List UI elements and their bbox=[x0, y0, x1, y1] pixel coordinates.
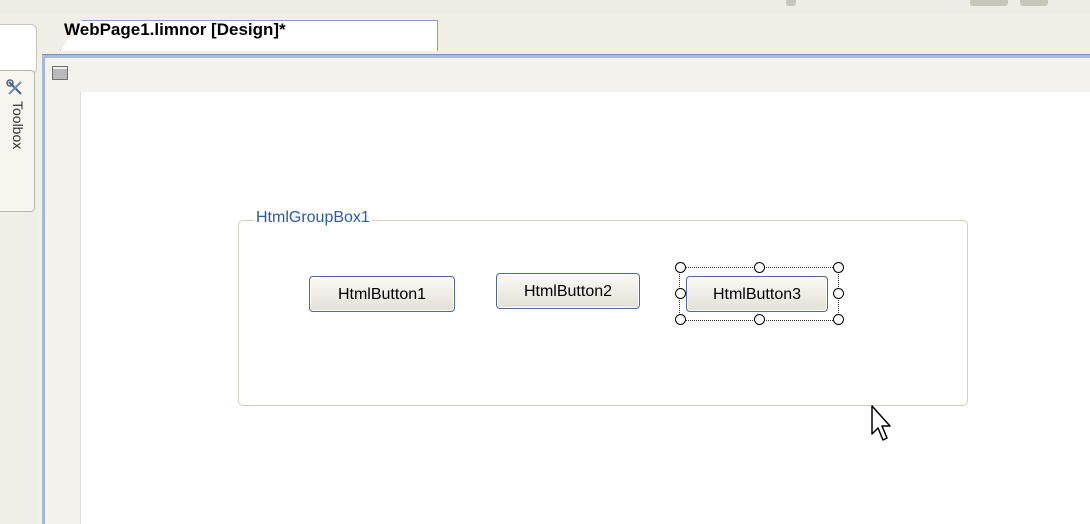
wrench-screwdriver-icon bbox=[6, 79, 24, 97]
resize-handle-bottom-right[interactable] bbox=[833, 314, 844, 325]
html-button-3[interactable]: HtmlButton3 bbox=[686, 276, 828, 312]
groupbox-title: HtmlGroupBox1 bbox=[254, 209, 372, 227]
resize-handle-top[interactable] bbox=[754, 262, 765, 273]
resize-handle-bottom-left[interactable] bbox=[675, 314, 686, 325]
left-dock-panel bbox=[0, 24, 37, 74]
tab-title: WebPage1.limnor [Design]* bbox=[64, 20, 286, 39]
left-dock-pane: Toolbox bbox=[0, 14, 38, 524]
top-strip-handle bbox=[970, 0, 1008, 6]
top-strip-handle bbox=[786, 0, 796, 6]
mouse-pointer-icon bbox=[871, 405, 891, 441]
top-strip bbox=[0, 0, 1090, 15]
resize-handle-right[interactable] bbox=[833, 288, 844, 299]
toolbox-tab[interactable]: Toolbox bbox=[0, 70, 35, 212]
html-button-1[interactable]: HtmlButton1 bbox=[309, 276, 455, 312]
toolbox-label: Toolbox bbox=[10, 101, 26, 150]
resize-handle-top-left[interactable] bbox=[675, 262, 686, 273]
top-strip-handle bbox=[1020, 0, 1048, 6]
html-button-2[interactable]: HtmlButton2 bbox=[496, 273, 640, 309]
component-tray-icon[interactable] bbox=[52, 66, 68, 80]
resize-handle-bottom[interactable] bbox=[754, 314, 765, 325]
html-groupbox[interactable] bbox=[238, 220, 968, 406]
resize-handle-top-right[interactable] bbox=[833, 262, 844, 273]
resize-handle-left[interactable] bbox=[675, 288, 686, 299]
